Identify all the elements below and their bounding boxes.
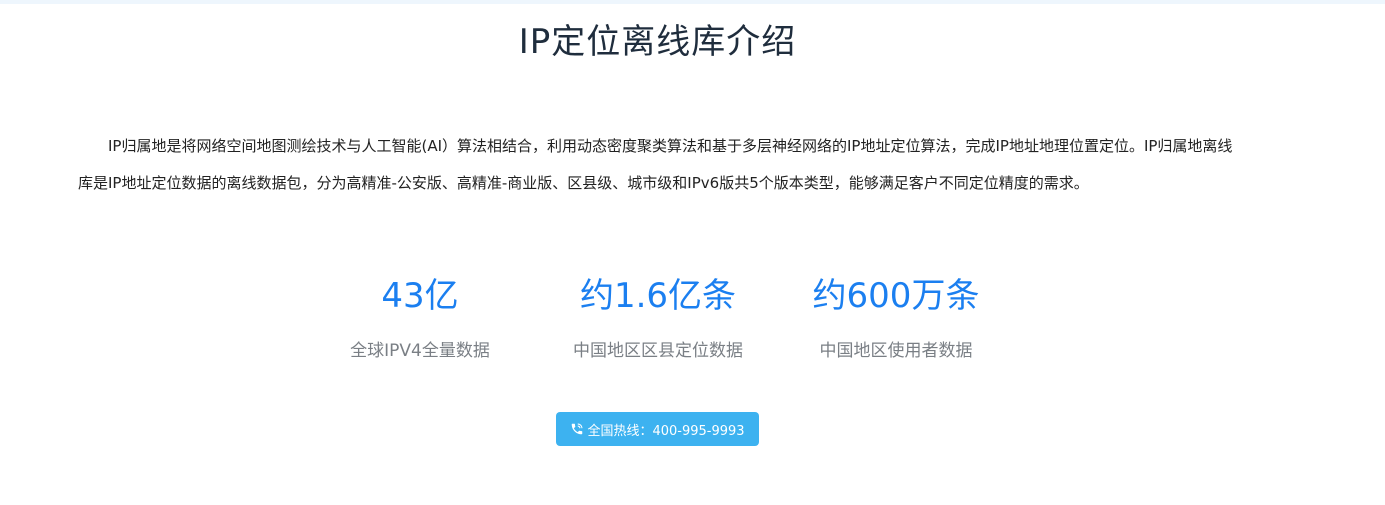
- top-strip: [0, 0, 1385, 4]
- page-title: IP定位离线库介绍: [518, 22, 797, 62]
- stat-value: 43亿: [381, 276, 459, 316]
- phone-icon: [570, 422, 584, 436]
- stat-label: 中国地区使用者数据: [819, 341, 973, 361]
- stat-label: 中国地区区县定位数据: [573, 341, 743, 361]
- page: IP定位离线库介绍 IP归属地是将网络空间地图测绘技术与人工智能(AI）算法相结…: [0, 0, 1385, 505]
- hotline-button[interactable]: 全国热线：400-995-9993: [556, 412, 759, 446]
- stat-label: 全球IPV4全量数据: [350, 341, 490, 361]
- stat-user-data: 约600万条 中国地区使用者数据: [776, 272, 1016, 362]
- stat-value: 约600万条: [812, 276, 980, 316]
- stat-county-data: 约1.6亿条 中国地区区县定位数据: [538, 272, 778, 362]
- stat-value: 约1.6亿条: [579, 276, 737, 316]
- stat-global-ipv4: 43亿 全球IPV4全量数据: [300, 272, 540, 362]
- intro-paragraph: IP归属地是将网络空间地图测绘技术与人工智能(AI）算法相结合，利用动态密度聚类…: [78, 137, 1233, 192]
- hotline-label: 全国热线：400-995-9993: [587, 423, 745, 439]
